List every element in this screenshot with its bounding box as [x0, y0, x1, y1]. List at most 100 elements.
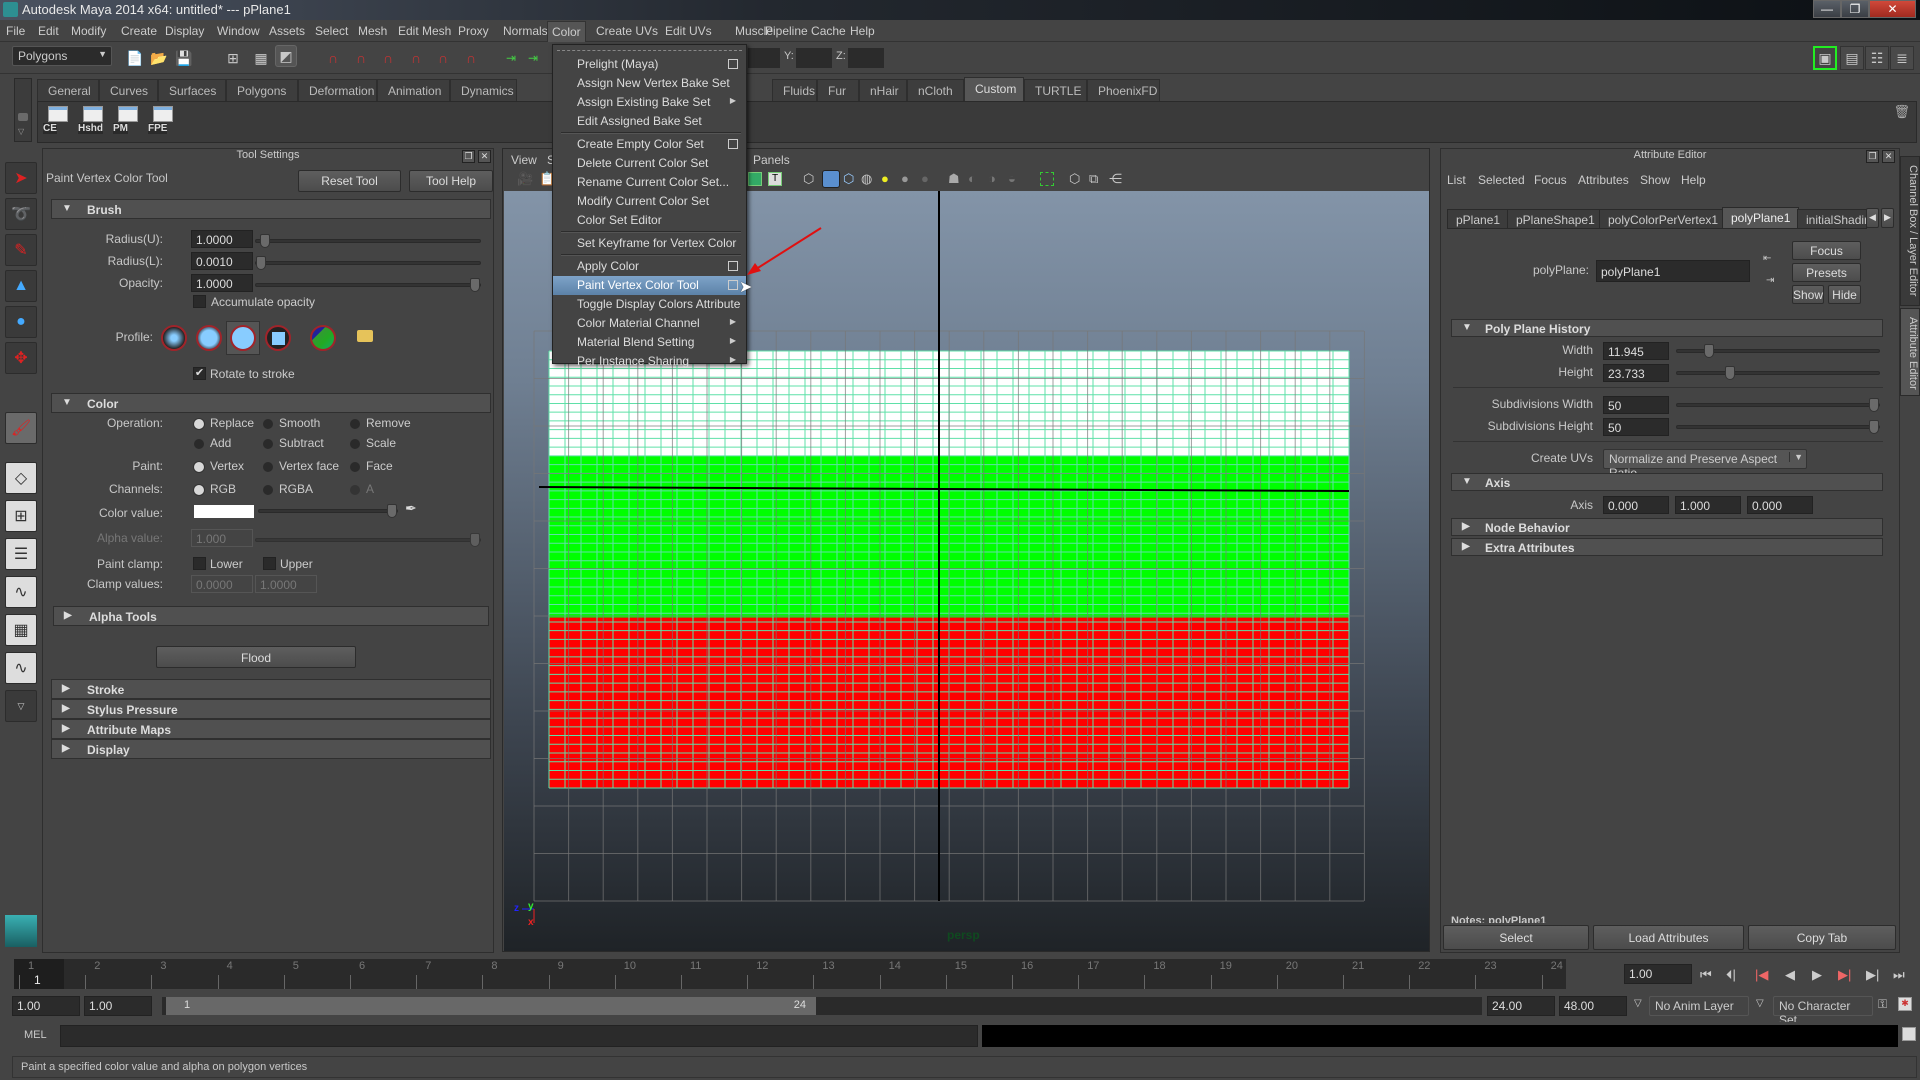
channels-rgb-radio[interactable] — [194, 485, 204, 495]
shadows-icon[interactable]: ● — [921, 171, 929, 186]
menu-mesh[interactable]: Mesh — [358, 24, 387, 38]
toggle-tool-settings-icon[interactable]: ☷ — [1865, 46, 1889, 70]
end-time-field[interactable]: 48.00 — [1559, 996, 1627, 1016]
menu-pipeline-cache[interactable]: Pipeline Cache — [765, 24, 846, 38]
ae-menu-list[interactable]: List — [1447, 173, 1466, 187]
screen-space-ao-icon[interactable]: ☗ — [948, 171, 960, 187]
menu-edit[interactable]: Edit — [38, 24, 59, 38]
select-object-icon[interactable]: ▦ — [250, 47, 272, 69]
output-ops-icon[interactable]: ⇥ — [522, 47, 544, 69]
auto-key-icon[interactable]: ⚿ — [1878, 997, 1887, 1012]
textures-icon[interactable]: ◍ — [861, 171, 872, 187]
play-backwards-icon[interactable]: ◀ — [1785, 967, 1795, 983]
multisample-icon[interactable]: ◑ — [988, 171, 996, 186]
select-tool-icon[interactable]: ➤ — [5, 162, 37, 194]
width-slider[interactable] — [1676, 344, 1880, 358]
attribute-editor-tab[interactable]: Attribute Editor — [1900, 308, 1920, 396]
menu-normals[interactable]: Normals — [503, 24, 548, 38]
menu-edit-uvs[interactable]: Edit UVs — [665, 24, 712, 38]
slider-thumb[interactable] — [256, 256, 266, 270]
option-box-icon[interactable] — [728, 280, 738, 290]
minimize-button[interactable]: — — [1813, 0, 1841, 18]
node-name-field[interactable]: polyPlane1 — [1596, 260, 1750, 282]
color-menu-item-create-empty-color-set[interactable]: Create Empty Color Set — [553, 135, 746, 154]
color-menu-item-color-set-editor[interactable]: Color Set Editor — [553, 211, 746, 230]
brush-section-header[interactable]: ▼ Brush — [51, 199, 491, 219]
new-scene-icon[interactable]: 📄 — [124, 47, 146, 69]
color-menu-item-delete-current-color-set[interactable]: Delete Current Color Set — [553, 154, 746, 173]
snap-curve-icon[interactable]: ∩ — [350, 47, 372, 69]
toggle-attribute-editor-icon[interactable]: ▤ — [1840, 46, 1864, 70]
select-camera-icon[interactable]: 🎥 — [517, 171, 533, 187]
channels-rgba-radio[interactable] — [263, 485, 273, 495]
z-field[interactable] — [848, 48, 884, 68]
tool-help-button[interactable]: Tool Help — [409, 170, 493, 192]
alpha-value-field[interactable]: 1.000 — [191, 529, 253, 547]
radius-l-field[interactable]: 0.0010 — [191, 252, 253, 270]
tear-off-line[interactable] — [557, 50, 742, 51]
script-language-toggle[interactable]: MEL — [24, 1029, 47, 1041]
color-menu-item-material-blend-setting[interactable]: Material Blend Setting ▶ — [553, 333, 746, 352]
hypershade-persp-layout-icon[interactable]: ▦ — [5, 614, 37, 646]
lasso-tool-icon[interactable]: ➰ — [5, 198, 37, 230]
color-menu-item-per-instance-sharing[interactable]: Per Instance Sharing ▶ — [553, 352, 746, 371]
step-back-key-icon[interactable]: |◀ — [1755, 967, 1768, 983]
reset-tool-button[interactable]: Reset Tool — [298, 170, 401, 192]
load-attributes-button[interactable]: Load Attributes — [1593, 925, 1744, 950]
ae-tab-pplaneshape1[interactable]: pPlaneShape1 — [1507, 209, 1604, 229]
operation-remove-radio[interactable] — [350, 419, 360, 429]
menu-proxy[interactable]: Proxy — [458, 24, 489, 38]
shelf-tab-fur[interactable]: Fur — [817, 79, 859, 101]
shelf-button-fpe[interactable]: FPE — [148, 106, 178, 140]
radius-u-field[interactable]: 1.0000 — [191, 230, 253, 248]
ae-menu-show[interactable]: Show — [1640, 173, 1670, 187]
close-window-button[interactable]: ✕ — [1869, 0, 1916, 18]
wireframe-on-shaded-icon[interactable]: ⬡ — [843, 171, 854, 187]
anim-layer-chevron-icon[interactable]: ▽ — [1634, 998, 1642, 1009]
go-to-output-icon[interactable]: ⇥ — [1766, 275, 1774, 286]
clamp-max-field[interactable]: 1.0000 — [255, 575, 317, 593]
width-field[interactable]: 11.945 — [1603, 342, 1669, 360]
soft-brush-profile-icon[interactable] — [161, 325, 187, 351]
menu-color[interactable]: Color — [547, 21, 586, 43]
slider-thumb[interactable] — [1725, 366, 1735, 380]
maya-logo-icon[interactable] — [5, 915, 37, 947]
color-menu-item-prelight-maya[interactable]: Prelight (Maya) — [553, 55, 746, 74]
slider-thumb[interactable] — [260, 234, 270, 248]
tab-scroll-right-icon[interactable]: ▶ — [1881, 208, 1894, 228]
menu-display[interactable]: Display — [165, 24, 204, 38]
layout-more-icon[interactable]: ▽ — [5, 690, 37, 722]
paint-vertex-color-tool-icon[interactable]: 🖌 — [5, 412, 37, 444]
paint-vertex-face-radio[interactable] — [263, 462, 273, 472]
height-slider[interactable] — [1676, 366, 1880, 380]
character-set-dropdown[interactable]: No Character Set — [1773, 996, 1873, 1027]
slider-thumb[interactable] — [387, 504, 397, 518]
color-section-header[interactable]: ▼ Color — [51, 393, 491, 413]
menu-assets[interactable]: Assets — [269, 24, 305, 38]
menu-help[interactable]: Help — [850, 24, 875, 38]
square-brush-profile-icon[interactable] — [265, 325, 291, 351]
channel-box-layer-editor-tab[interactable]: Channel Box / Layer Editor — [1900, 156, 1920, 306]
range-slider-handle[interactable]: 1 24 — [166, 997, 816, 1015]
start-time-field[interactable]: 1.00 — [12, 996, 80, 1016]
radius-u-slider[interactable] — [255, 234, 481, 248]
operation-add-radio[interactable] — [194, 439, 204, 449]
hide-button[interactable]: Hide — [1828, 285, 1861, 304]
axis-z-field[interactable]: 0.000 — [1747, 496, 1813, 514]
option-box-icon[interactable] — [728, 59, 738, 69]
subdivisions-height-field[interactable]: 50 — [1603, 418, 1669, 436]
shelf-menu-handle[interactable]: ▽ — [14, 78, 32, 142]
color-menu-item-assign-existing-bake-set[interactable]: Assign Existing Bake Set ▶ — [553, 93, 746, 112]
x-field[interactable] — [748, 48, 780, 68]
shelf-tab-ncloth[interactable]: nCloth — [907, 79, 964, 101]
color-menu-item-apply-color[interactable]: Apply Color — [553, 257, 746, 276]
axis-y-field[interactable]: 1.000 — [1675, 496, 1741, 514]
color-menu-item-set-keyframe-for-vertex-color[interactable]: Set Keyframe for Vertex Color — [553, 234, 746, 253]
clamp-lower-checkbox[interactable] — [193, 557, 206, 570]
toggle-modeling-toolkit-icon[interactable]: ▣ — [1813, 46, 1837, 70]
menu-set-dropdown[interactable]: Polygons ▼ — [12, 46, 112, 66]
tab-scroll-left-icon[interactable]: ◀ — [1866, 208, 1879, 228]
playback-start-field[interactable]: 1.00 — [84, 996, 152, 1016]
y-field[interactable] — [796, 48, 832, 68]
opacity-slider[interactable] — [255, 278, 481, 292]
